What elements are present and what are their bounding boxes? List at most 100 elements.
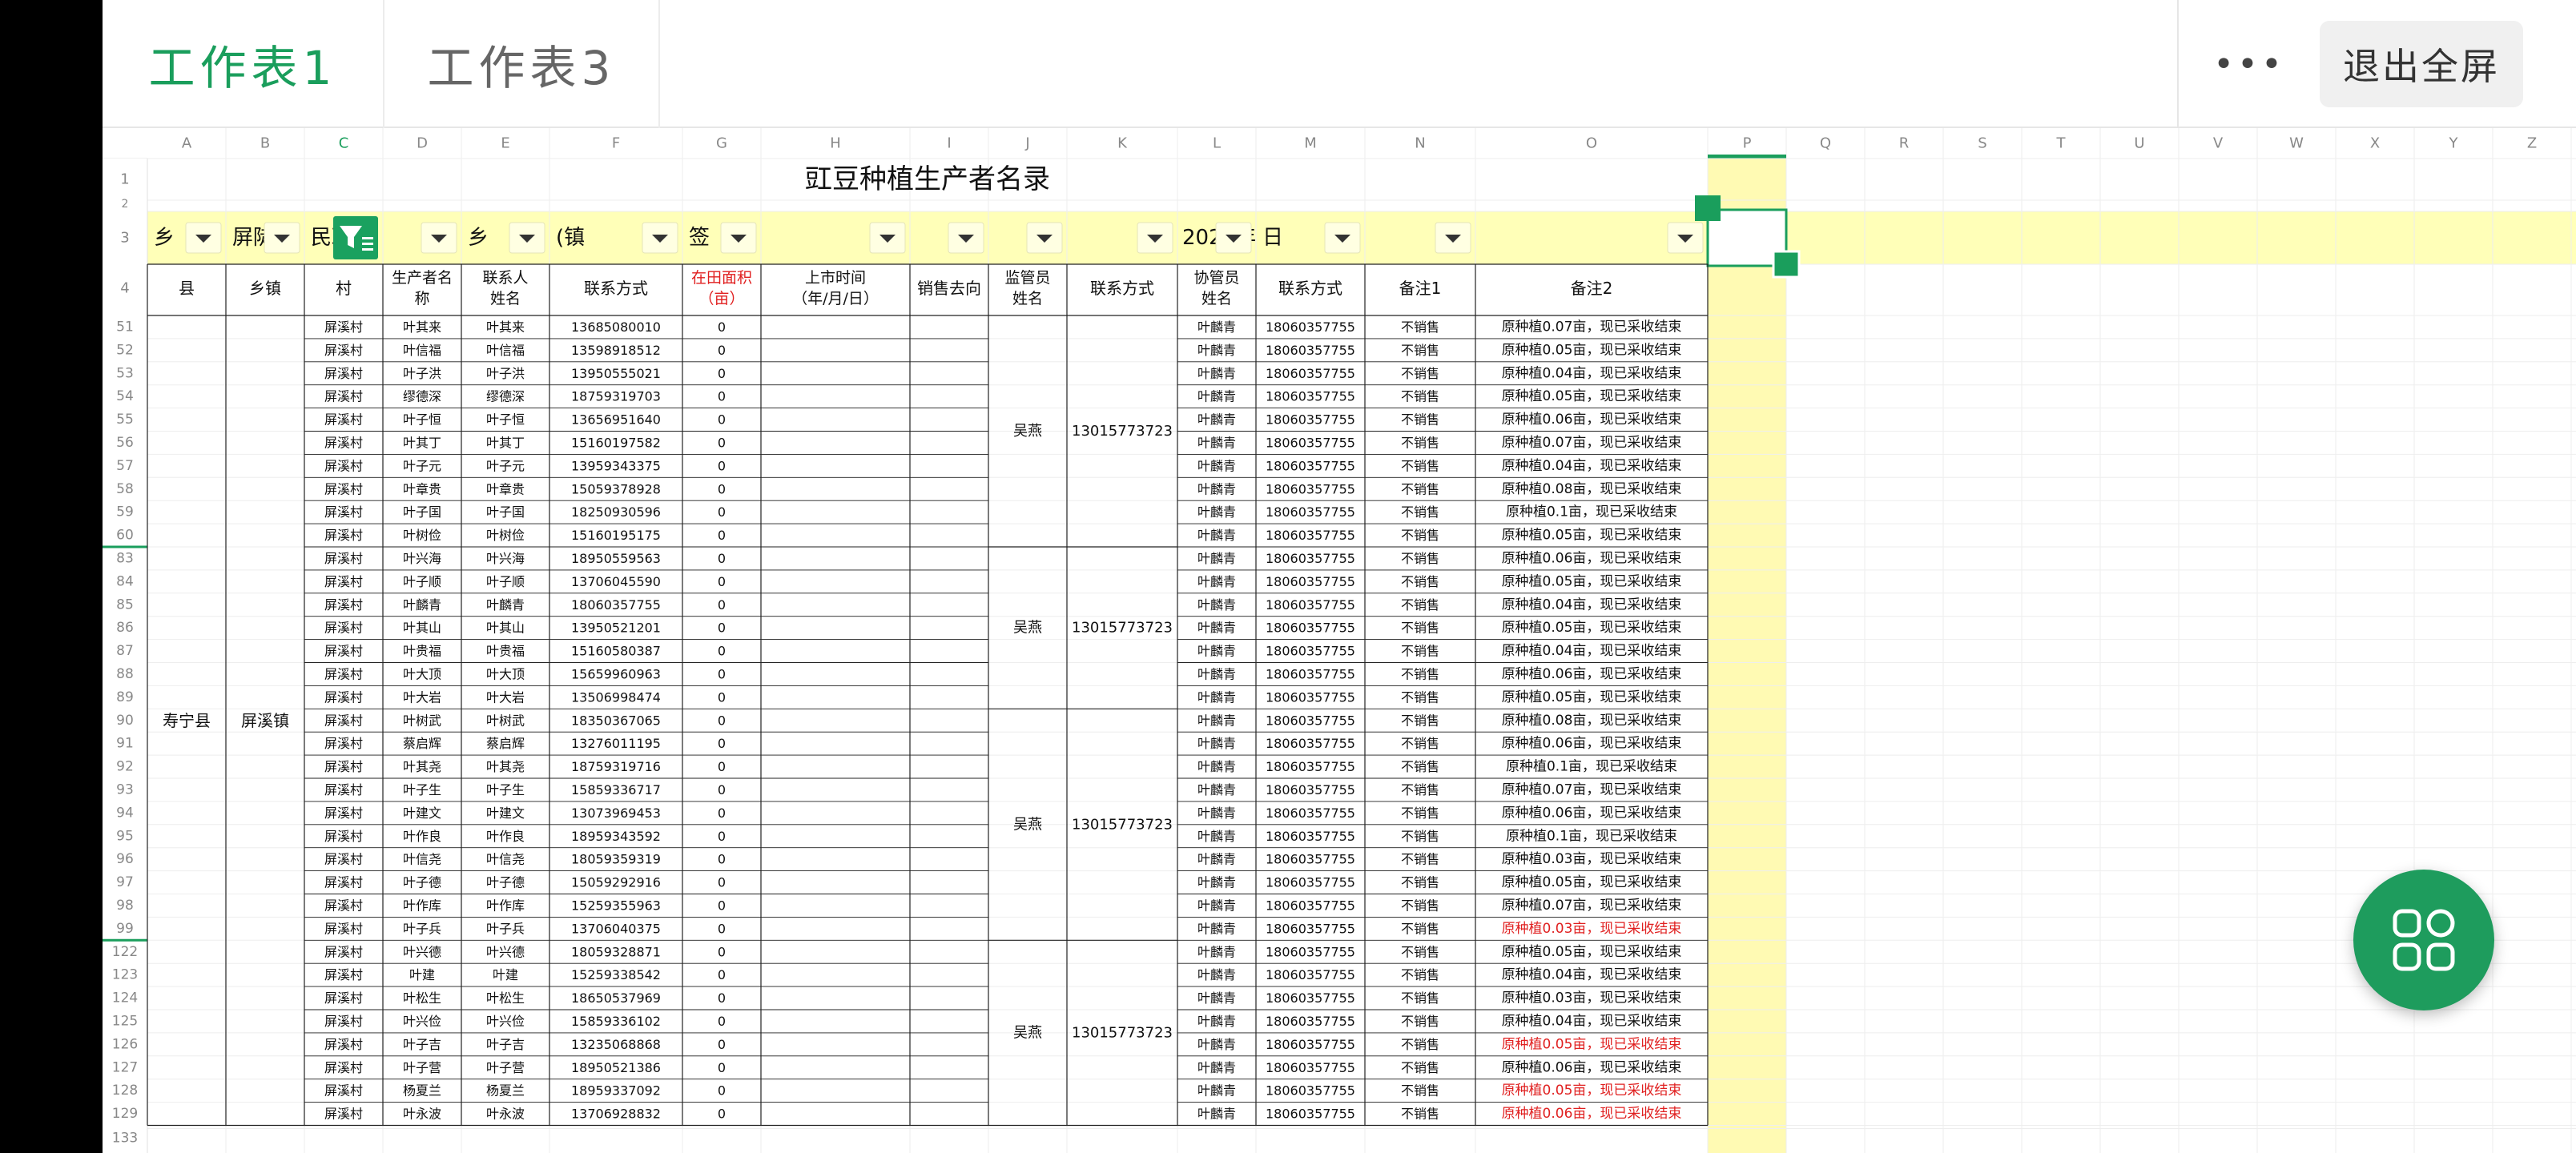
cell-remark1: 不销售 bbox=[1401, 1107, 1439, 1122]
cell-phone: 15859336717 bbox=[571, 782, 661, 797]
cell-assistant-phone: 18060357755 bbox=[1266, 504, 1355, 520]
cell-remark2: 原种植0.07亩，现已采收结束 bbox=[1502, 898, 1682, 914]
header-a: 县 bbox=[179, 279, 195, 298]
sheet-title: 豇豆种植生产者名录 bbox=[805, 163, 1050, 195]
cell-remark1: 不销售 bbox=[1401, 759, 1439, 774]
cell-phone: 18759319716 bbox=[571, 759, 661, 774]
cell-assistant-phone: 18060357755 bbox=[1266, 782, 1355, 797]
cell-area: 0 bbox=[718, 898, 726, 913]
cell-remark2: 原种植0.03亩，现已采收结束 bbox=[1502, 990, 1682, 1006]
column-header-m: M bbox=[1304, 135, 1317, 152]
cell-assistant: 叶麟青 bbox=[1197, 713, 1236, 728]
cell-remark1: 不销售 bbox=[1401, 551, 1439, 566]
cell-remark2: 原种植0.05亩，现已采收结束 bbox=[1502, 874, 1682, 890]
cell-producer: 叶兴海 bbox=[403, 551, 441, 566]
cell-producer: 叶贵福 bbox=[403, 644, 441, 659]
cell-remark1: 不销售 bbox=[1401, 805, 1439, 821]
cell-area: 0 bbox=[718, 1014, 726, 1029]
row-header: 96 bbox=[116, 851, 134, 867]
cell-remark2: 原种植0.04亩，现已采收结束 bbox=[1502, 458, 1682, 474]
cell-producer: 叶子洪 bbox=[403, 366, 441, 381]
merged-supervisor-phone: 13015773723 bbox=[1072, 1024, 1173, 1041]
cell-phone: 13706045590 bbox=[571, 574, 661, 589]
spreadsheet-grid[interactable]: A B C D E F G H I J K L M N O P Q R S T U V W X Y Z 1 2 3 4 51 52 53 54 55… bbox=[103, 128, 2576, 1153]
cell-remark2: 原种植0.06亩，现已采收结束 bbox=[1502, 805, 1682, 821]
cell-assistant: 叶麟青 bbox=[1197, 621, 1236, 636]
grid-canvas[interactable]: A B C D E F G H I J K L M N O P Q R S T U V W X Y Z12345152535455… bbox=[103, 128, 2576, 1153]
cell-village: 屏溪村 bbox=[324, 805, 363, 821]
cell-assistant: 叶麟青 bbox=[1197, 343, 1236, 358]
apps-fab-button[interactable] bbox=[2353, 870, 2494, 1010]
cell-remark1: 不销售 bbox=[1401, 481, 1439, 496]
cell-remark2: 原种植0.05亩，现已采收结束 bbox=[1502, 620, 1682, 636]
tab-sheet-3[interactable]: 工作表3 bbox=[384, 0, 660, 128]
cell-producer: 叶作良 bbox=[403, 829, 441, 844]
column-header-j: J bbox=[1024, 135, 1029, 152]
cell-producer: 叶其丁 bbox=[403, 435, 441, 450]
cell-assistant-phone: 18060357755 bbox=[1266, 597, 1355, 613]
cell-assistant: 叶麟青 bbox=[1197, 481, 1236, 496]
cell-producer: 叶大岩 bbox=[403, 689, 441, 705]
column-header-z: Z bbox=[2527, 135, 2537, 152]
more-options-button[interactable]: ••• bbox=[2209, 38, 2289, 90]
cell-contact: 叶信尧 bbox=[486, 852, 525, 867]
cell-remark1: 不销售 bbox=[1401, 343, 1439, 358]
cell-contact: 叶树武 bbox=[486, 713, 525, 728]
cell-phone: 18650537969 bbox=[571, 990, 661, 1006]
cell-remark1: 不销售 bbox=[1401, 736, 1439, 751]
cell-assistant: 叶麟青 bbox=[1197, 875, 1236, 890]
row-header: 85 bbox=[116, 597, 134, 613]
merged-supervisor-phone: 13015773723 bbox=[1072, 620, 1173, 637]
cell-assistant: 叶麟青 bbox=[1197, 990, 1236, 1006]
cell-village: 屏溪村 bbox=[324, 713, 363, 728]
row-header: 57 bbox=[116, 458, 134, 474]
filter-lines-icon bbox=[362, 248, 373, 251]
row-header: 133 bbox=[112, 1131, 138, 1147]
cell-assistant-phone: 18060357755 bbox=[1266, 574, 1355, 589]
cell-assistant-phone: 18060357755 bbox=[1266, 921, 1355, 936]
exit-fullscreen-button[interactable]: 退出全屏 bbox=[2320, 21, 2523, 107]
cell-area: 0 bbox=[718, 389, 726, 404]
column-header-band bbox=[103, 128, 2576, 159]
cell-producer: 叶子营 bbox=[403, 1060, 441, 1075]
cell-producer: 叶章贵 bbox=[403, 481, 441, 496]
cell-assistant-phone: 18060357755 bbox=[1266, 689, 1355, 705]
cell-area: 0 bbox=[718, 852, 726, 867]
cell-assistant-phone: 18060357755 bbox=[1266, 644, 1355, 659]
cell-assistant: 叶麟青 bbox=[1197, 921, 1236, 936]
cell-phone: 15259355963 bbox=[571, 898, 661, 913]
cell-area: 0 bbox=[718, 644, 726, 659]
cell-assistant-phone: 18060357755 bbox=[1266, 1014, 1355, 1029]
cell-assistant: 叶麟青 bbox=[1197, 574, 1236, 589]
cell-remark1: 不销售 bbox=[1401, 621, 1439, 636]
cell-producer: 叶树俭 bbox=[403, 528, 441, 543]
cell-contact: 叶子生 bbox=[486, 782, 525, 797]
merged-supervisor: 吴燕 bbox=[1013, 423, 1042, 440]
cell-phone: 18059359319 bbox=[571, 852, 661, 867]
column-header-o: O bbox=[1586, 135, 1597, 152]
cell-area: 0 bbox=[718, 875, 726, 890]
cell-contact: 叶其来 bbox=[486, 319, 525, 335]
cell-assistant-phone: 18060357755 bbox=[1266, 458, 1355, 473]
cell-assistant-phone: 18060357755 bbox=[1266, 366, 1355, 381]
cell-assistant: 叶麟青 bbox=[1197, 898, 1236, 913]
tab-sheet-1[interactable]: 工作表1 bbox=[103, 0, 384, 128]
header-n: 备注1 bbox=[1399, 279, 1442, 298]
cell-area: 0 bbox=[718, 343, 726, 358]
cell-village: 屏溪村 bbox=[324, 1107, 363, 1122]
row-header: 3 bbox=[120, 230, 129, 247]
cell-assistant-phone: 18060357755 bbox=[1266, 1060, 1355, 1075]
cell-remark1: 不销售 bbox=[1401, 597, 1439, 613]
cell-phone: 13506998474 bbox=[571, 689, 661, 705]
cell-village: 屏溪村 bbox=[324, 736, 363, 751]
cell-contact: 叶子兵 bbox=[486, 921, 525, 936]
cell-remark1: 不销售 bbox=[1401, 528, 1439, 543]
cell-contact: 叶贵福 bbox=[486, 644, 525, 659]
cell-remark1: 不销售 bbox=[1401, 898, 1439, 913]
filter-label-f: (镇 bbox=[556, 226, 585, 250]
cell-assistant-phone: 18060357755 bbox=[1266, 1083, 1355, 1099]
cell-phone: 13235068868 bbox=[571, 1037, 661, 1052]
cell-producer: 杨夏兰 bbox=[403, 1083, 441, 1099]
cell-village: 屏溪村 bbox=[324, 528, 363, 543]
merged-supervisor: 吴燕 bbox=[1013, 1024, 1042, 1041]
